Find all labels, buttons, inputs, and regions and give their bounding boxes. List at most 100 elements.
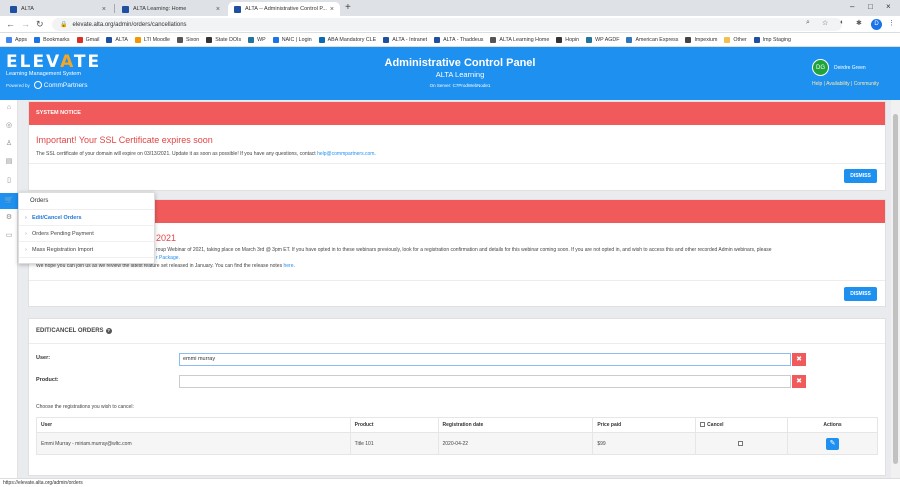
- window-close-icon[interactable]: ×: [886, 2, 891, 11]
- browser-tab-3[interactable]: ALTA -- Administrative Control P... ×: [228, 2, 340, 16]
- layers-icon[interactable]: ◎: [3, 120, 15, 132]
- bookmark-item[interactable]: WP AGDF: [586, 36, 619, 43]
- flyout-item-orders-pending-payment[interactable]: Orders Pending Payment: [19, 226, 154, 242]
- search-icon[interactable]: ⌕: [806, 19, 810, 27]
- notice-body: The SSL certificate of your domain will …: [36, 151, 376, 157]
- cell-price: $99: [592, 432, 697, 455]
- scrollbar-thumb[interactable]: [893, 114, 898, 464]
- col-price-paid: Price paid: [592, 417, 697, 433]
- clear-user-button[interactable]: ✖: [792, 353, 806, 366]
- close-icon[interactable]: ×: [102, 6, 106, 13]
- package-link[interactable]: r Package.: [156, 255, 180, 261]
- system-notice-panel: SYSTEM NOTICE Important! Your SSL Certif…: [28, 101, 886, 191]
- elevate-logo[interactable]: ELEVATE Learning Management System Power…: [6, 52, 101, 89]
- bookmark-label: American Express: [635, 36, 679, 43]
- bookmark-item[interactable]: Hopin: [556, 36, 579, 43]
- support-email-link[interactable]: help@commpartners.com: [317, 151, 374, 157]
- bookmark-item[interactable]: WP: [248, 36, 266, 43]
- browser-tab-1[interactable]: ALTA ×: [4, 2, 112, 16]
- bookmark-item[interactable]: ALTA Learning Home: [490, 36, 550, 43]
- bookmark-favicon-icon: [134, 36, 141, 43]
- bookmark-item[interactable]: ALTA - Thaddeus: [434, 36, 484, 43]
- bookmark-label: WP: [257, 36, 266, 43]
- header-links[interactable]: Help | Availability | Community: [812, 81, 879, 87]
- new-tab-icon[interactable]: +: [345, 2, 351, 13]
- extension-icon[interactable]: ◐: [840, 19, 844, 26]
- notice-header: SYSTEM NOTICE: [29, 102, 885, 125]
- cart-icon[interactable]: 🛒: [0, 193, 18, 209]
- bookmark-item[interactable]: Sixon: [177, 36, 199, 43]
- bookmark-item[interactable]: NAIC | Login: [272, 36, 312, 43]
- product-label: Product:: [36, 377, 59, 383]
- dismiss-button[interactable]: DISMISS: [844, 169, 877, 183]
- bookmark-favicon-icon: [6, 36, 12, 43]
- tab-title: ALTA -- Administrative Control P...: [245, 6, 327, 12]
- bookmark-item[interactable]: ALTA - Intranet: [383, 36, 427, 43]
- bookmark-item[interactable]: ABA Mandatory CLE: [318, 36, 376, 43]
- gear-icon[interactable]: ⚙: [3, 212, 15, 224]
- puzzle-icon[interactable]: ✱: [856, 19, 862, 27]
- tab-title: ALTA Learning: Home: [133, 6, 187, 12]
- flyout-item-mass-registration-import[interactable]: Mass Registration Import: [19, 242, 154, 258]
- page-scrollbar[interactable]: [891, 100, 900, 478]
- user-avatar[interactable]: DG: [812, 59, 829, 76]
- flyout-item-edit-cancel-orders[interactable]: Edit/Cancel Orders: [19, 210, 154, 226]
- select-all-checkbox[interactable]: [700, 422, 706, 428]
- bookmark-favicon-icon: [490, 36, 497, 43]
- monitor-icon[interactable]: ▭: [3, 230, 15, 242]
- product-input[interactable]: [179, 375, 791, 388]
- close-icon[interactable]: ×: [330, 6, 334, 13]
- back-arrow-icon[interactable]: ←: [6, 19, 15, 29]
- dismiss-button[interactable]: DISMISS: [844, 287, 877, 301]
- bookmark-favicon-icon: [724, 36, 731, 43]
- url-input[interactable]: 🔒 elevate.alta.org/admin/orders/cancella…: [52, 18, 842, 31]
- forward-arrow-icon[interactable]: →: [21, 19, 30, 29]
- star-icon[interactable]: ☆: [822, 19, 828, 27]
- bookmark-item[interactable]: State DOIs: [206, 36, 241, 43]
- cancel-checkbox[interactable]: [738, 440, 744, 446]
- book-icon[interactable]: ▯: [3, 175, 15, 187]
- bookmark-item[interactable]: Other: [724, 36, 747, 43]
- server-name: On Server: C7ProdWebNode1: [429, 83, 491, 88]
- clear-product-button[interactable]: ✖: [792, 375, 806, 388]
- profile-avatar[interactable]: D: [871, 19, 882, 30]
- minimize-icon[interactable]: –: [850, 2, 854, 11]
- col-cancel: Cancel: [695, 417, 789, 433]
- bookmark-label: LTI Moodle: [143, 36, 170, 43]
- release-notes-link[interactable]: here: [283, 263, 293, 269]
- users-icon[interactable]: ♙: [3, 138, 15, 150]
- maximize-icon[interactable]: □: [868, 2, 873, 11]
- bookmark-item[interactable]: Impexium: [685, 36, 717, 43]
- bookmark-item[interactable]: Bookmarks: [34, 36, 70, 43]
- reload-icon[interactable]: ↻: [36, 19, 44, 30]
- edit-icon[interactable]: ✎: [826, 437, 840, 450]
- alta-favicon-icon: [122, 5, 129, 13]
- bookmark-label: Apps: [15, 36, 28, 43]
- edit-cancel-orders-panel: EDIT/CANCEL ORDERS? User: emmi murray ✖ …: [28, 318, 886, 476]
- home-icon[interactable]: ⌂: [3, 102, 15, 114]
- bookmark-item[interactable]: Apps: [6, 36, 28, 43]
- bookmark-favicon-icon: [206, 36, 213, 43]
- bookmark-item[interactable]: ALTA: [106, 36, 128, 43]
- user-name[interactable]: Deirdre Green: [834, 65, 866, 71]
- cell-user: Emmi Murray - miriam.murray@wltc.com: [36, 432, 351, 455]
- bookmark-favicon-icon: [76, 36, 83, 43]
- status-bar: https://elevate.alta.org/admin/orders: [0, 478, 900, 487]
- bookmark-label: ALTA: [115, 36, 128, 43]
- bookmark-item[interactable]: Gmail: [76, 36, 99, 43]
- lock-icon: 🔒: [60, 22, 68, 28]
- flyout-title: Orders: [19, 193, 154, 210]
- bookmark-label: ALTA Learning Home: [499, 36, 550, 43]
- bookmark-item[interactable]: Imp Staging: [753, 36, 791, 43]
- bookmark-label: ALTA - Thaddeus: [443, 36, 484, 43]
- user-input[interactable]: emmi murray: [179, 353, 791, 366]
- bookmark-item[interactable]: American Express: [626, 36, 679, 43]
- bookmark-item[interactable]: LTI Moodle: [134, 36, 170, 43]
- browser-tab-2[interactable]: ALTA Learning: Home ×: [116, 2, 226, 16]
- menu-kebab-icon[interactable]: ⋮: [888, 19, 895, 27]
- orders-table: User Product Registration date Price pai…: [36, 417, 878, 455]
- help-icon[interactable]: ?: [105, 328, 112, 334]
- list-icon[interactable]: ▤: [3, 156, 15, 168]
- choose-text: Choose the registrations you wish to can…: [36, 404, 134, 410]
- close-icon[interactable]: ×: [216, 6, 220, 13]
